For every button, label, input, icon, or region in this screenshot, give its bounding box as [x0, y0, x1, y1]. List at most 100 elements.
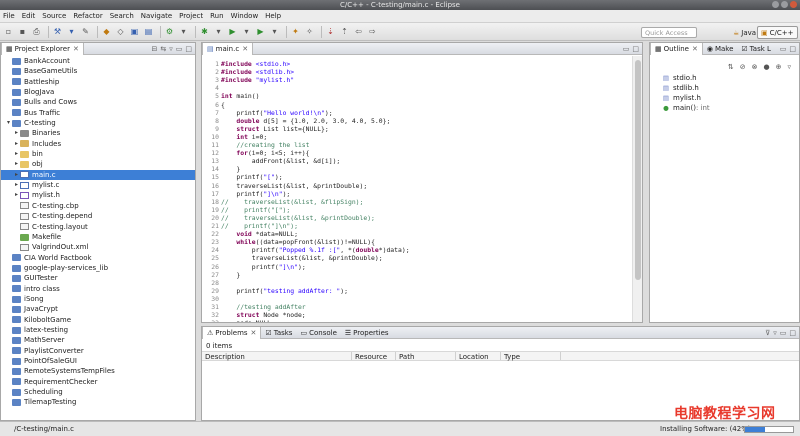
code-editor[interactable]: 1 #include <stdio.h> 2 #include <stdlib.h> 3…: [202, 56, 632, 322]
tab-tasks[interactable]: ☑ Tasks: [261, 327, 296, 339]
open-type-icon[interactable]: ✦: [290, 26, 301, 37]
code-line[interactable]: 3 #include "mylist.h": [202, 76, 632, 84]
minimize-view-icon[interactable]: ▭: [176, 45, 183, 53]
new-icon[interactable]: ▫: [3, 26, 14, 37]
view-menu-icon[interactable]: ▿: [169, 45, 173, 53]
maximize-view-icon[interactable]: □: [632, 45, 639, 53]
tree-item[interactable]: RequirementChecker: [1, 377, 195, 387]
menu-run[interactable]: Run: [210, 12, 223, 20]
tree-item[interactable]: TilemapTesting: [1, 397, 195, 407]
tree-item[interactable]: BankAccount: [1, 56, 195, 66]
java-perspective-button[interactable]: ☕ Java: [730, 26, 759, 39]
tab-main-c[interactable]: ▤ main.c ✕: [202, 42, 254, 55]
tree-item[interactable]: ▸ obj: [1, 159, 195, 169]
debug-icon[interactable]: ✱: [199, 26, 210, 37]
code-line[interactable]: 12 for(i=0; i<5; i++){: [202, 149, 632, 157]
clean-icon[interactable]: ✎: [80, 26, 91, 37]
tree-item[interactable]: ▾ C-testing: [1, 118, 195, 128]
code-line[interactable]: 20// traverseList(&list, &printDouble);: [202, 214, 632, 222]
external-tools-icon[interactable]: ▶: [255, 26, 266, 37]
tree-item[interactable]: RemoteSystemsTempFiles: [1, 366, 195, 376]
maximize-icon[interactable]: [781, 1, 788, 8]
tree-item[interactable]: KiloboltGame: [1, 315, 195, 325]
code-line[interactable]: 17 printf("]\n");: [202, 190, 632, 198]
tree-item[interactable]: ▸ bin: [1, 149, 195, 159]
code-line[interactable]: 26 printf("]\n");: [202, 263, 632, 271]
code-line[interactable]: 9 struct List list={NULL};: [202, 125, 632, 133]
minimize-view-icon[interactable]: ▭: [780, 329, 787, 337]
tree-item[interactable]: ▸ mylist.h: [1, 190, 195, 200]
code-line[interactable]: 31 //testing addAfter: [202, 303, 632, 311]
expand-toggle-icon[interactable]: ▸: [13, 170, 20, 180]
code-line[interactable]: 18// traverseList(&list, &flipSign);: [202, 198, 632, 206]
filter-icon[interactable]: ⊽: [765, 329, 770, 337]
tab-console[interactable]: ▭ Console: [296, 327, 340, 339]
tree-item[interactable]: Bus Traffic: [1, 108, 195, 118]
close-icon[interactable]: ✕: [692, 43, 698, 55]
code-line[interactable]: 11 //creating the list: [202, 141, 632, 149]
tree-item[interactable]: ▸ main.c: [1, 169, 195, 181]
group-includes-icon[interactable]: ⊕: [776, 63, 782, 71]
search-icon[interactable]: ⚙: [164, 26, 175, 37]
prev-annotation-icon[interactable]: ⇡: [339, 26, 350, 37]
expand-toggle-icon[interactable]: ▾: [5, 118, 12, 128]
tree-item[interactable]: intro class: [1, 284, 195, 294]
tree-item[interactable]: GUITester: [1, 273, 195, 283]
code-line[interactable]: 21// printf("]\n");: [202, 222, 632, 230]
outline-item[interactable]: ▤ mylist.h: [650, 93, 799, 103]
cpp-perspective-button[interactable]: ▣ C/C++: [757, 26, 798, 39]
code-line[interactable]: 10 int i=0;: [202, 133, 632, 141]
menu-refactor[interactable]: Refactor: [73, 12, 102, 20]
tree-item[interactable]: google-play-services_lib: [1, 263, 195, 273]
minimize-view-icon[interactable]: ▭: [623, 45, 630, 53]
code-line[interactable]: 2 #include <stdlib.h>: [202, 68, 632, 76]
new-class-icon[interactable]: ◇: [115, 26, 126, 37]
code-line[interactable]: 22 void *data=NULL;: [202, 230, 632, 238]
tree-item[interactable]: C-testing.layout: [1, 222, 195, 232]
minimize-view-icon[interactable]: ▭: [780, 45, 787, 53]
menu-search[interactable]: Search: [110, 12, 134, 20]
new-file-icon[interactable]: ▤: [143, 26, 154, 37]
outline-item[interactable]: ● main() : int: [650, 103, 799, 113]
menu-project[interactable]: Project: [179, 12, 203, 20]
code-line[interactable]: 16 traverseList(&list, &printDouble);: [202, 182, 632, 190]
code-line[interactable]: 33 node=NULL;: [202, 319, 632, 322]
back-icon[interactable]: ⇦: [353, 26, 364, 37]
close-icon[interactable]: ✕: [242, 43, 248, 55]
code-line[interactable]: 1 #include <stdio.h>: [202, 60, 632, 68]
menu-file[interactable]: File: [3, 12, 15, 20]
outline-item[interactable]: ▤ stdlib.h: [650, 83, 799, 93]
column-header-description[interactable]: Description: [202, 352, 352, 361]
editor-scrollbar[interactable]: [632, 56, 642, 322]
code-line[interactable]: 8 double d[5] = {1.0, 2.0, 3.0, 4.0, 5.0…: [202, 117, 632, 125]
column-header-type[interactable]: Type: [501, 352, 561, 361]
sort-icon[interactable]: ⇅: [728, 63, 734, 71]
tree-item[interactable]: BlogJava: [1, 87, 195, 97]
tree-item[interactable]: PlaylistConverter: [1, 346, 195, 356]
hide-fields-icon[interactable]: ⊘: [740, 63, 746, 71]
menu-navigate[interactable]: Navigate: [141, 12, 172, 20]
code-line[interactable]: 6{: [202, 101, 632, 109]
tree-item[interactable]: CIA World Factbook: [1, 253, 195, 263]
tree-item[interactable]: C-testing.cbp: [1, 201, 195, 211]
run-dropdown-icon[interactable]: ▾: [241, 26, 252, 37]
code-line[interactable]: 7 printf("Hello world!\n");: [202, 109, 632, 117]
maximize-view-icon[interactable]: □: [789, 329, 796, 337]
run-icon[interactable]: ▶: [227, 26, 238, 37]
tab-task-l[interactable]: ☑ Task L: [737, 43, 775, 55]
print-icon[interactable]: ⎙: [31, 26, 42, 37]
tab-properties[interactable]: ☰ Properties: [341, 327, 393, 339]
external-tools-dropdown-icon[interactable]: ▾: [269, 26, 280, 37]
forward-icon[interactable]: ⇨: [367, 26, 378, 37]
hide-non-public-icon[interactable]: ●: [764, 63, 770, 71]
menu-window[interactable]: Window: [231, 12, 259, 20]
open-element-icon[interactable]: ✧: [304, 26, 315, 37]
code-line[interactable]: 19// printf("[");: [202, 206, 632, 214]
maximize-view-icon[interactable]: □: [789, 45, 796, 53]
tree-item[interactable]: Scheduling: [1, 387, 195, 397]
install-progress-bar[interactable]: [744, 426, 794, 433]
tree-item[interactable]: ▸ Binaries: [1, 128, 195, 138]
code-line[interactable]: 30: [202, 295, 632, 303]
code-line[interactable]: 29 printf("testing addAfter: ");: [202, 287, 632, 295]
view-menu-icon[interactable]: ▿: [773, 329, 777, 337]
